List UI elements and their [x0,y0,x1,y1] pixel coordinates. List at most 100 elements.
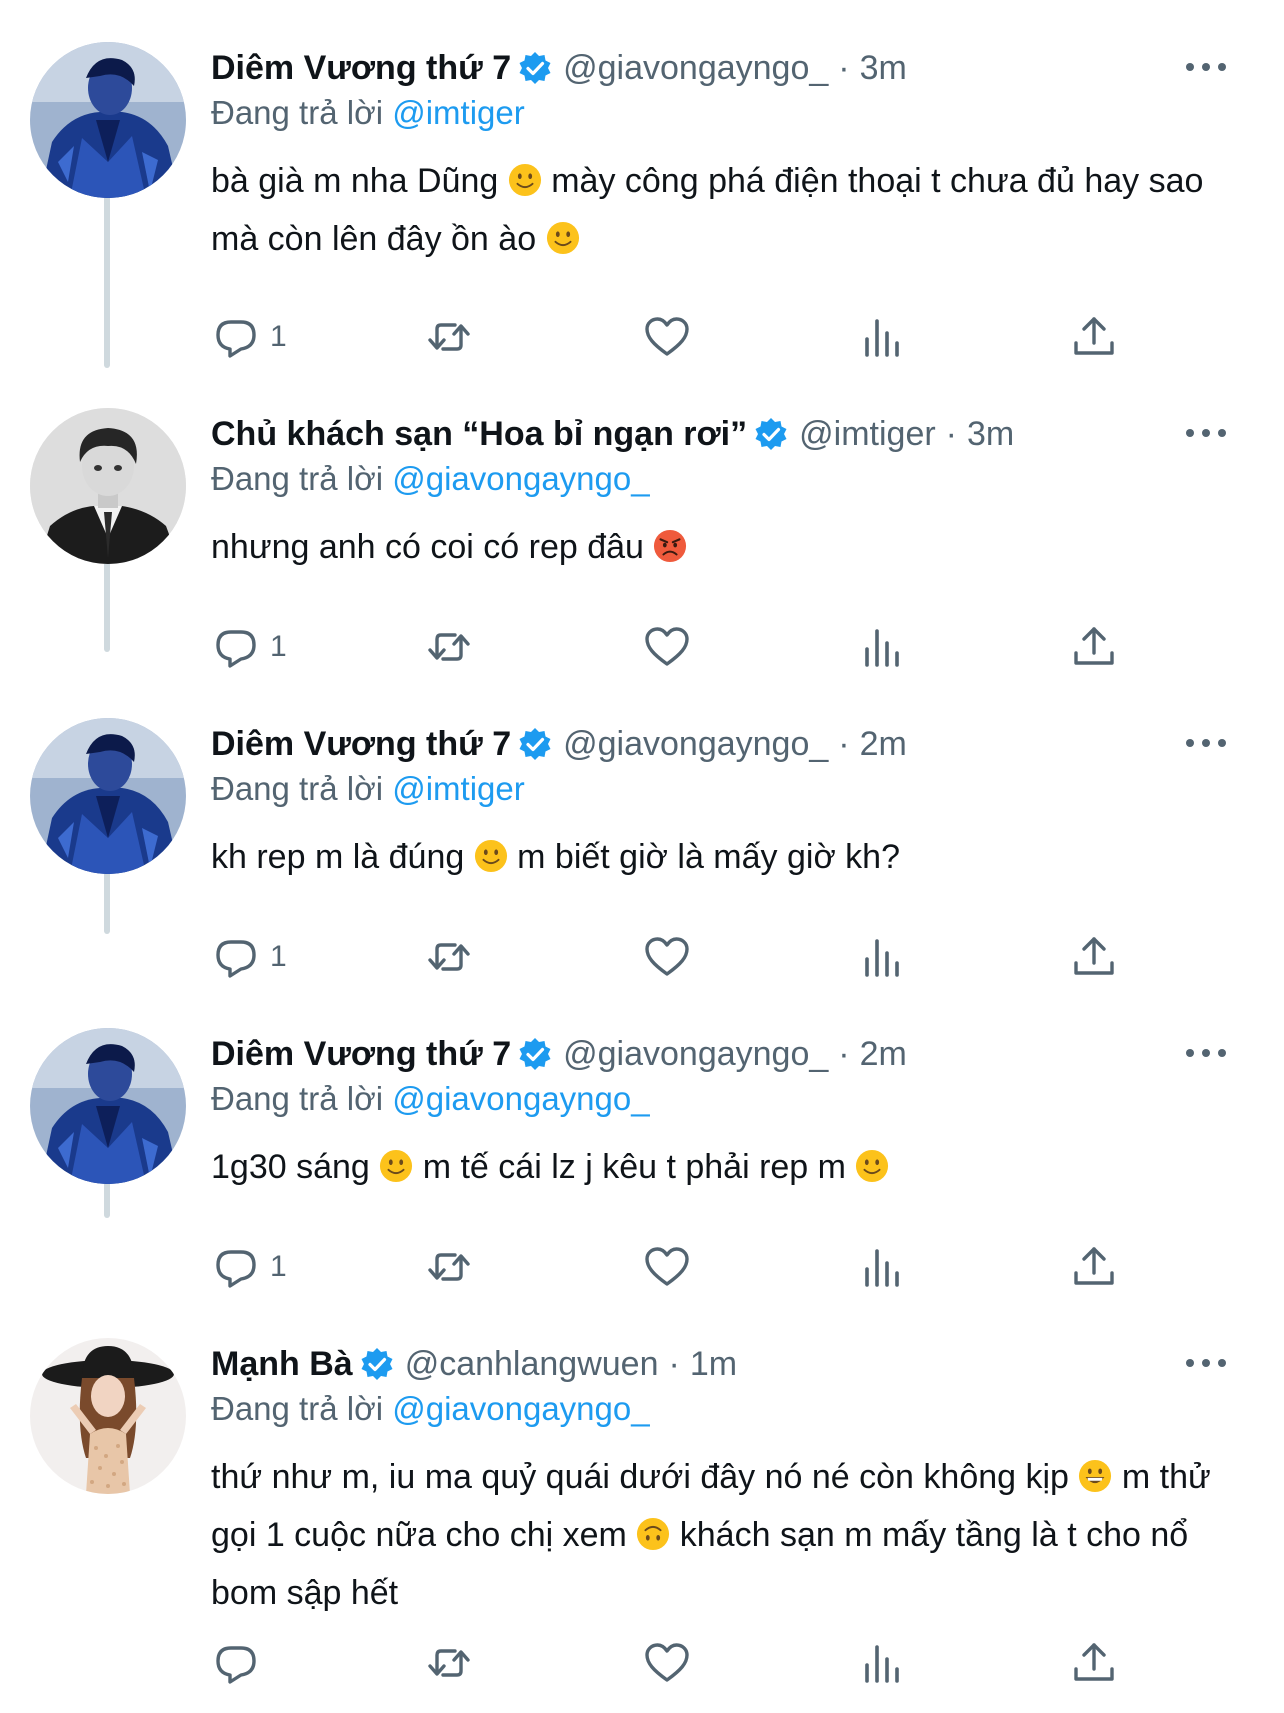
like-button[interactable] [643,1638,691,1688]
reply-button[interactable]: 1 [212,622,287,672]
analytics-button[interactable] [857,1242,905,1292]
share-button[interactable] [1070,1242,1118,1292]
slightly-smiling-face-emoji [508,163,542,197]
more-options-icon[interactable] [1186,418,1226,448]
replying-mention-link[interactable]: @giavongayngo_ [392,1080,649,1117]
username-handle[interactable]: @giavongayngo_ [563,49,828,88]
analytics-button[interactable] [857,932,905,982]
like-button[interactable] [643,622,691,672]
reply-icon[interactable] [212,313,260,361]
avatar[interactable] [30,1028,186,1184]
like-button[interactable] [643,1242,691,1292]
replying-mention-link[interactable]: @imtiger [392,770,525,807]
more-options-icon[interactable] [1186,1038,1226,1068]
replying-mention-link[interactable]: @giavongayngo_ [392,460,649,497]
replying-label: Đang trả lời [211,770,384,807]
share-button[interactable] [1070,1638,1118,1688]
separator-dot: · [668,1344,680,1383]
tweet-text-segment: m tế cái lz j kêu t phải rep m [413,1148,856,1186]
username-handle[interactable]: @imtiger [799,415,936,454]
avatar[interactable] [30,42,186,198]
display-name[interactable]: Diêm Vương thứ 7 [211,49,511,88]
reply-button[interactable]: 1 [212,312,287,362]
display-name[interactable]: Diêm Vương thứ 7 [211,1035,511,1074]
share-icon[interactable] [1070,933,1118,981]
more-options-icon[interactable] [1186,728,1226,758]
more-options-icon[interactable] [1186,52,1226,82]
share-icon[interactable] [1070,1639,1118,1687]
analytics-icon[interactable] [857,933,905,981]
replying-to: Đang trả lời @imtiger [211,94,525,132]
reply-button[interactable]: 1 [212,932,287,982]
tweet-actions: 1 [0,1242,1284,1292]
display-name[interactable]: Mạnh Bà [211,1345,353,1384]
analytics-icon[interactable] [857,313,905,361]
tweet-actions: 1 [0,932,1284,982]
tweet[interactable]: Diêm Vương thứ 7 @giavongayngo_ · 2m Đang t… [0,718,1284,1008]
analytics-button[interactable] [857,312,905,362]
analytics-button[interactable] [857,1638,905,1688]
timestamp[interactable]: 3m [967,415,1014,454]
like-button[interactable] [643,932,691,982]
replying-label: Đang trả lời [211,94,384,131]
like-button[interactable] [643,312,691,362]
retweet-icon[interactable] [425,623,473,671]
reply-icon[interactable] [212,933,260,981]
separator-dot: · [838,724,850,763]
reply-icon[interactable] [212,623,260,671]
timestamp[interactable]: 2m [860,1035,907,1074]
like-icon[interactable] [643,933,691,981]
share-button[interactable] [1070,622,1118,672]
like-icon[interactable] [643,1243,691,1291]
retweet-icon[interactable] [425,1243,473,1291]
tweet-text-segment: nhưng anh có coi có rep đâu [211,528,654,566]
reply-icon[interactable] [212,1639,260,1687]
retweet-icon[interactable] [425,1639,473,1687]
timestamp[interactable]: 2m [860,725,907,764]
retweet-icon[interactable] [425,313,473,361]
timestamp[interactable]: 3m [860,49,907,88]
retweet-button[interactable] [425,932,473,982]
analytics-icon[interactable] [857,623,905,671]
replying-mention-link[interactable]: @giavongayngo_ [392,1390,649,1427]
display-name[interactable]: Chủ khách sạn “Hoa bỉ ngạn rơi” [211,415,747,454]
tweet[interactable]: Diêm Vương thứ 7 @giavongayngo_ · 3m Đang t… [0,42,1284,382]
share-icon[interactable] [1070,1243,1118,1291]
share-icon[interactable] [1070,313,1118,361]
share-button[interactable] [1070,312,1118,362]
tweet[interactable]: Mạnh Bà @canhlangwuen · 1m Đang trả lời @gi… [0,1338,1284,1708]
avatar[interactable] [30,1338,186,1494]
grinning-face-emoji [1078,1459,1112,1493]
share-icon[interactable] [1070,623,1118,671]
analytics-icon[interactable] [857,1243,905,1291]
like-icon[interactable] [643,1639,691,1687]
retweet-button[interactable] [425,1638,473,1688]
avatar[interactable] [30,718,186,874]
timestamp[interactable]: 1m [690,1345,737,1384]
username-handle[interactable]: @giavongayngo_ [563,1035,828,1074]
username-handle[interactable]: @canhlangwuen [405,1345,659,1384]
like-icon[interactable] [643,623,691,671]
like-icon[interactable] [643,313,691,361]
angry-face-emoji [653,529,687,563]
verified-badge-icon [517,1036,553,1072]
share-button[interactable] [1070,932,1118,982]
analytics-icon[interactable] [857,1639,905,1687]
more-options-icon[interactable] [1186,1348,1226,1378]
retweet-icon[interactable] [425,933,473,981]
tweet[interactable]: Chủ khách sạn “Hoa bỉ ngạn rơi” @imtiger… [0,408,1284,698]
reply-icon[interactable] [212,1243,260,1291]
reply-button[interactable] [212,1638,270,1688]
avatar[interactable] [30,408,186,564]
username-handle[interactable]: @giavongayngo_ [563,725,828,764]
retweet-button[interactable] [425,1242,473,1292]
reply-button[interactable]: 1 [212,1242,287,1292]
display-name[interactable]: Diêm Vương thứ 7 [211,725,511,764]
analytics-button[interactable] [857,622,905,672]
retweet-button[interactable] [425,312,473,362]
retweet-button[interactable] [425,622,473,672]
replying-mention-link[interactable]: @imtiger [392,94,525,131]
tweet[interactable]: Diêm Vương thứ 7 @giavongayngo_ · 2m Đang t… [0,1028,1284,1318]
tweet-header: Diêm Vương thứ 7 @giavongayngo_ · 2m [211,720,907,768]
tweet-header: Diêm Vương thứ 7 @giavongayngo_ · 2m [211,1030,907,1078]
